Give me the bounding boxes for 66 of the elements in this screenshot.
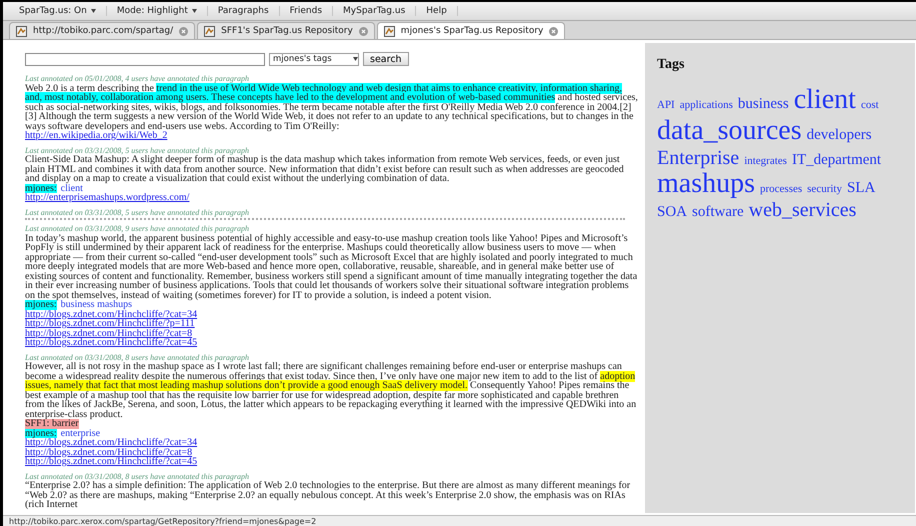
collapsed-paragraph[interactable] <box>25 218 625 222</box>
page-icon <box>384 26 395 36</box>
annotation-caption: Last annotated on 03/31/2008, 5 users have annotated this paragraph <box>25 208 250 217</box>
paragraph-text: However, all is not rosy in the mashup space as I wrote last fall; there are significant challenges remaining before end-user or enterprise mashups can become a widespread reality despite the numerous offerings that exist today. Since then, I’ve only have one major new item to add to the list of adoption issues, namely that fact that most leading mashup solutions don’t provide a good enough SaaS delivery model. Consequently Yahoo! Pipes remains the best example of a mashup tool that has the requisite low barrier for use for widespread adoption, despite far more sophisticated and capable brethren from the likes of JackBe, Serena, and soon, Lotus, the latter which appears to be repackaging everything it learned with the impressive QEDWiki into an enterprise-class product. <box>25 362 638 419</box>
annotation-caption: Last annotated on 03/31/2008, 9 users have annotated this paragraph <box>25 224 250 234</box>
menu-item[interactable]: SparTag.us: On <box>9 6 107 16</box>
dropdown-caret-icon <box>192 9 197 13</box>
menu-item[interactable]: Help <box>416 6 458 16</box>
tag-link[interactable]: SLA <box>846 180 876 196</box>
tags-dropdown[interactable]: mjones's tags <box>269 52 359 66</box>
tag-link[interactable]: business <box>738 96 789 112</box>
close-icon[interactable] <box>179 26 188 36</box>
paragraph-text: In today’s mashup world, the apparent business potential of highly accessible and easy-to-use mashup creation tools like Yahoo! Pipes and Microsoft’s PopFly is still undermined by their apparent lack of readiness for the enterprise. Mashups could theoretically allow business users to move — when appropriate — from their current so-called “end-user development tools” such as Microsoft Excel that are highly isolated and poorly integrated to much more deeply integrated models that are more Web-based and hence more open, collaborative, reusable, shareable, and in general make better use of existing sources of content and functionality. Remember, business workers still spend a significant amount of time manually integrating together the data in their ever increasing number of business applications. Tools that could let thousands of workers solve their situational software integration problems on the spot themselves, instead of waiting (sometimes forever) for IT to provide a solution, is indeed a potent vision. <box>25 234 638 300</box>
page-icon <box>204 26 216 36</box>
tag-link[interactable]: security <box>807 182 842 195</box>
source-link[interactable]: http://blogs.zdnet.com/Hinchcliffe/?cat=34 <box>25 438 198 448</box>
tag-text: business mashups <box>60 300 132 310</box>
user-label: mjones: <box>25 184 57 193</box>
paragraph-text: “Enterprise 2.0? has a simple definition: The application of Web 2.0 technologies to the enterprise. But there are almost as many different meanings for “Web 2.0? as there are mashups, making “Enterprise 2.0? an equally nebulous concept. At this week’s Enterprise 2.0 show, the emphasis was on RIAs (rich Internet <box>25 481 632 510</box>
source-link[interactable]: http://en.wikipedia.org/wiki/Web_2 <box>25 131 168 140</box>
source-link[interactable]: http://blogs.zdnet.com/Hinchcliffe/?p=111 <box>25 319 195 328</box>
menu-item[interactable]: Paragraphs <box>208 6 280 16</box>
tag-link[interactable]: software <box>692 204 744 221</box>
tag-link[interactable]: mashups <box>657 168 755 200</box>
annotation-caption: Last annotated on 03/31/2008, 8 users have annotated this paragraph <box>25 472 250 481</box>
tag-link[interactable]: web_services <box>748 199 856 222</box>
search-field[interactable] <box>25 52 265 66</box>
close-icon[interactable] <box>549 26 558 36</box>
source-link[interactable]: http://enterprisemashups.wordpress.com/ <box>25 193 190 202</box>
tag-link[interactable]: processes <box>760 182 802 195</box>
dropdown-caret-icon <box>90 9 96 13</box>
tag-text: client <box>60 184 83 193</box>
tag-link[interactable]: developers <box>806 126 872 144</box>
dropdown-caret-icon <box>353 57 358 61</box>
tag-link[interactable]: cost <box>860 99 879 112</box>
search-button[interactable]: search <box>363 52 409 66</box>
annotation-caption: Last annotated on 05/01/2008, 4 users have annotated this paragraph <box>25 74 250 84</box>
page-icon <box>16 26 27 36</box>
source-link[interactable]: http://blogs.zdnet.com/Hinchcliffe/?cat=45 <box>25 457 198 466</box>
annotation-caption: Last annotated on 03/31/2008, 8 users have annotated this paragraph <box>25 352 250 362</box>
tag-link[interactable]: API <box>657 99 675 112</box>
source-link[interactable]: http://blogs.zdnet.com/Hinchcliffe/?cat=8 <box>25 448 192 457</box>
source-link[interactable]: http://blogs.zdnet.com/Hinchcliffe/?cat=8 <box>25 328 192 338</box>
tag-link[interactable]: integrates <box>744 154 787 167</box>
menu-item[interactable]: MySparTag.us <box>333 6 416 16</box>
tag-link[interactable]: applications <box>680 99 733 112</box>
annotation-note: SFF1: barrier <box>25 419 79 428</box>
user-label: mjones: <box>25 300 57 310</box>
source-link[interactable]: http://blogs.zdnet.com/Hinchcliffe/?cat=34 <box>25 310 198 319</box>
panel-title: Tags <box>657 57 686 73</box>
tag-link[interactable]: Enterprise <box>657 146 740 169</box>
browser-tab[interactable]: http://tobiko.parc.com/spartag/ <box>9 22 196 39</box>
menu-item[interactable]: Friends <box>280 6 334 16</box>
tag-link[interactable]: IT_department <box>792 152 882 168</box>
menu-item[interactable]: Mode: Highlight <box>106 6 208 16</box>
annotation-caption: Last annotated on 03/31/2008, 5 users have annotated this paragraph <box>25 146 250 155</box>
tag-link[interactable]: data_sources <box>657 116 802 147</box>
browser-tab[interactable]: mjones's SparTag.us Repository <box>376 22 566 39</box>
source-link[interactable]: http://blogs.zdnet.com/Hinchcliffe/?cat=45 <box>25 338 198 348</box>
tag-link[interactable]: client <box>794 85 856 116</box>
status-url: http://tobiko.parc.xerox.com/spartag/GetRepository?friend=mjones&page=2 <box>9 516 316 526</box>
tag-text: enterprise <box>60 428 100 438</box>
close-icon[interactable] <box>358 26 368 36</box>
paragraph-text: Client-Side Data Mashup: A slight deeper form of mashup is the data mashup which takes information from remote Web services, feeds, or even just plain HTML and combines it with data from another source. New information that didn’t exist before can result such as when addresses are geocoded and display on a map to create a visualization that could exist without the underlying combination of data. <box>25 155 625 184</box>
tag-link[interactable]: SOA <box>657 204 688 221</box>
browser-tab[interactable]: SFF1's SparTag.us Repository <box>197 22 375 39</box>
